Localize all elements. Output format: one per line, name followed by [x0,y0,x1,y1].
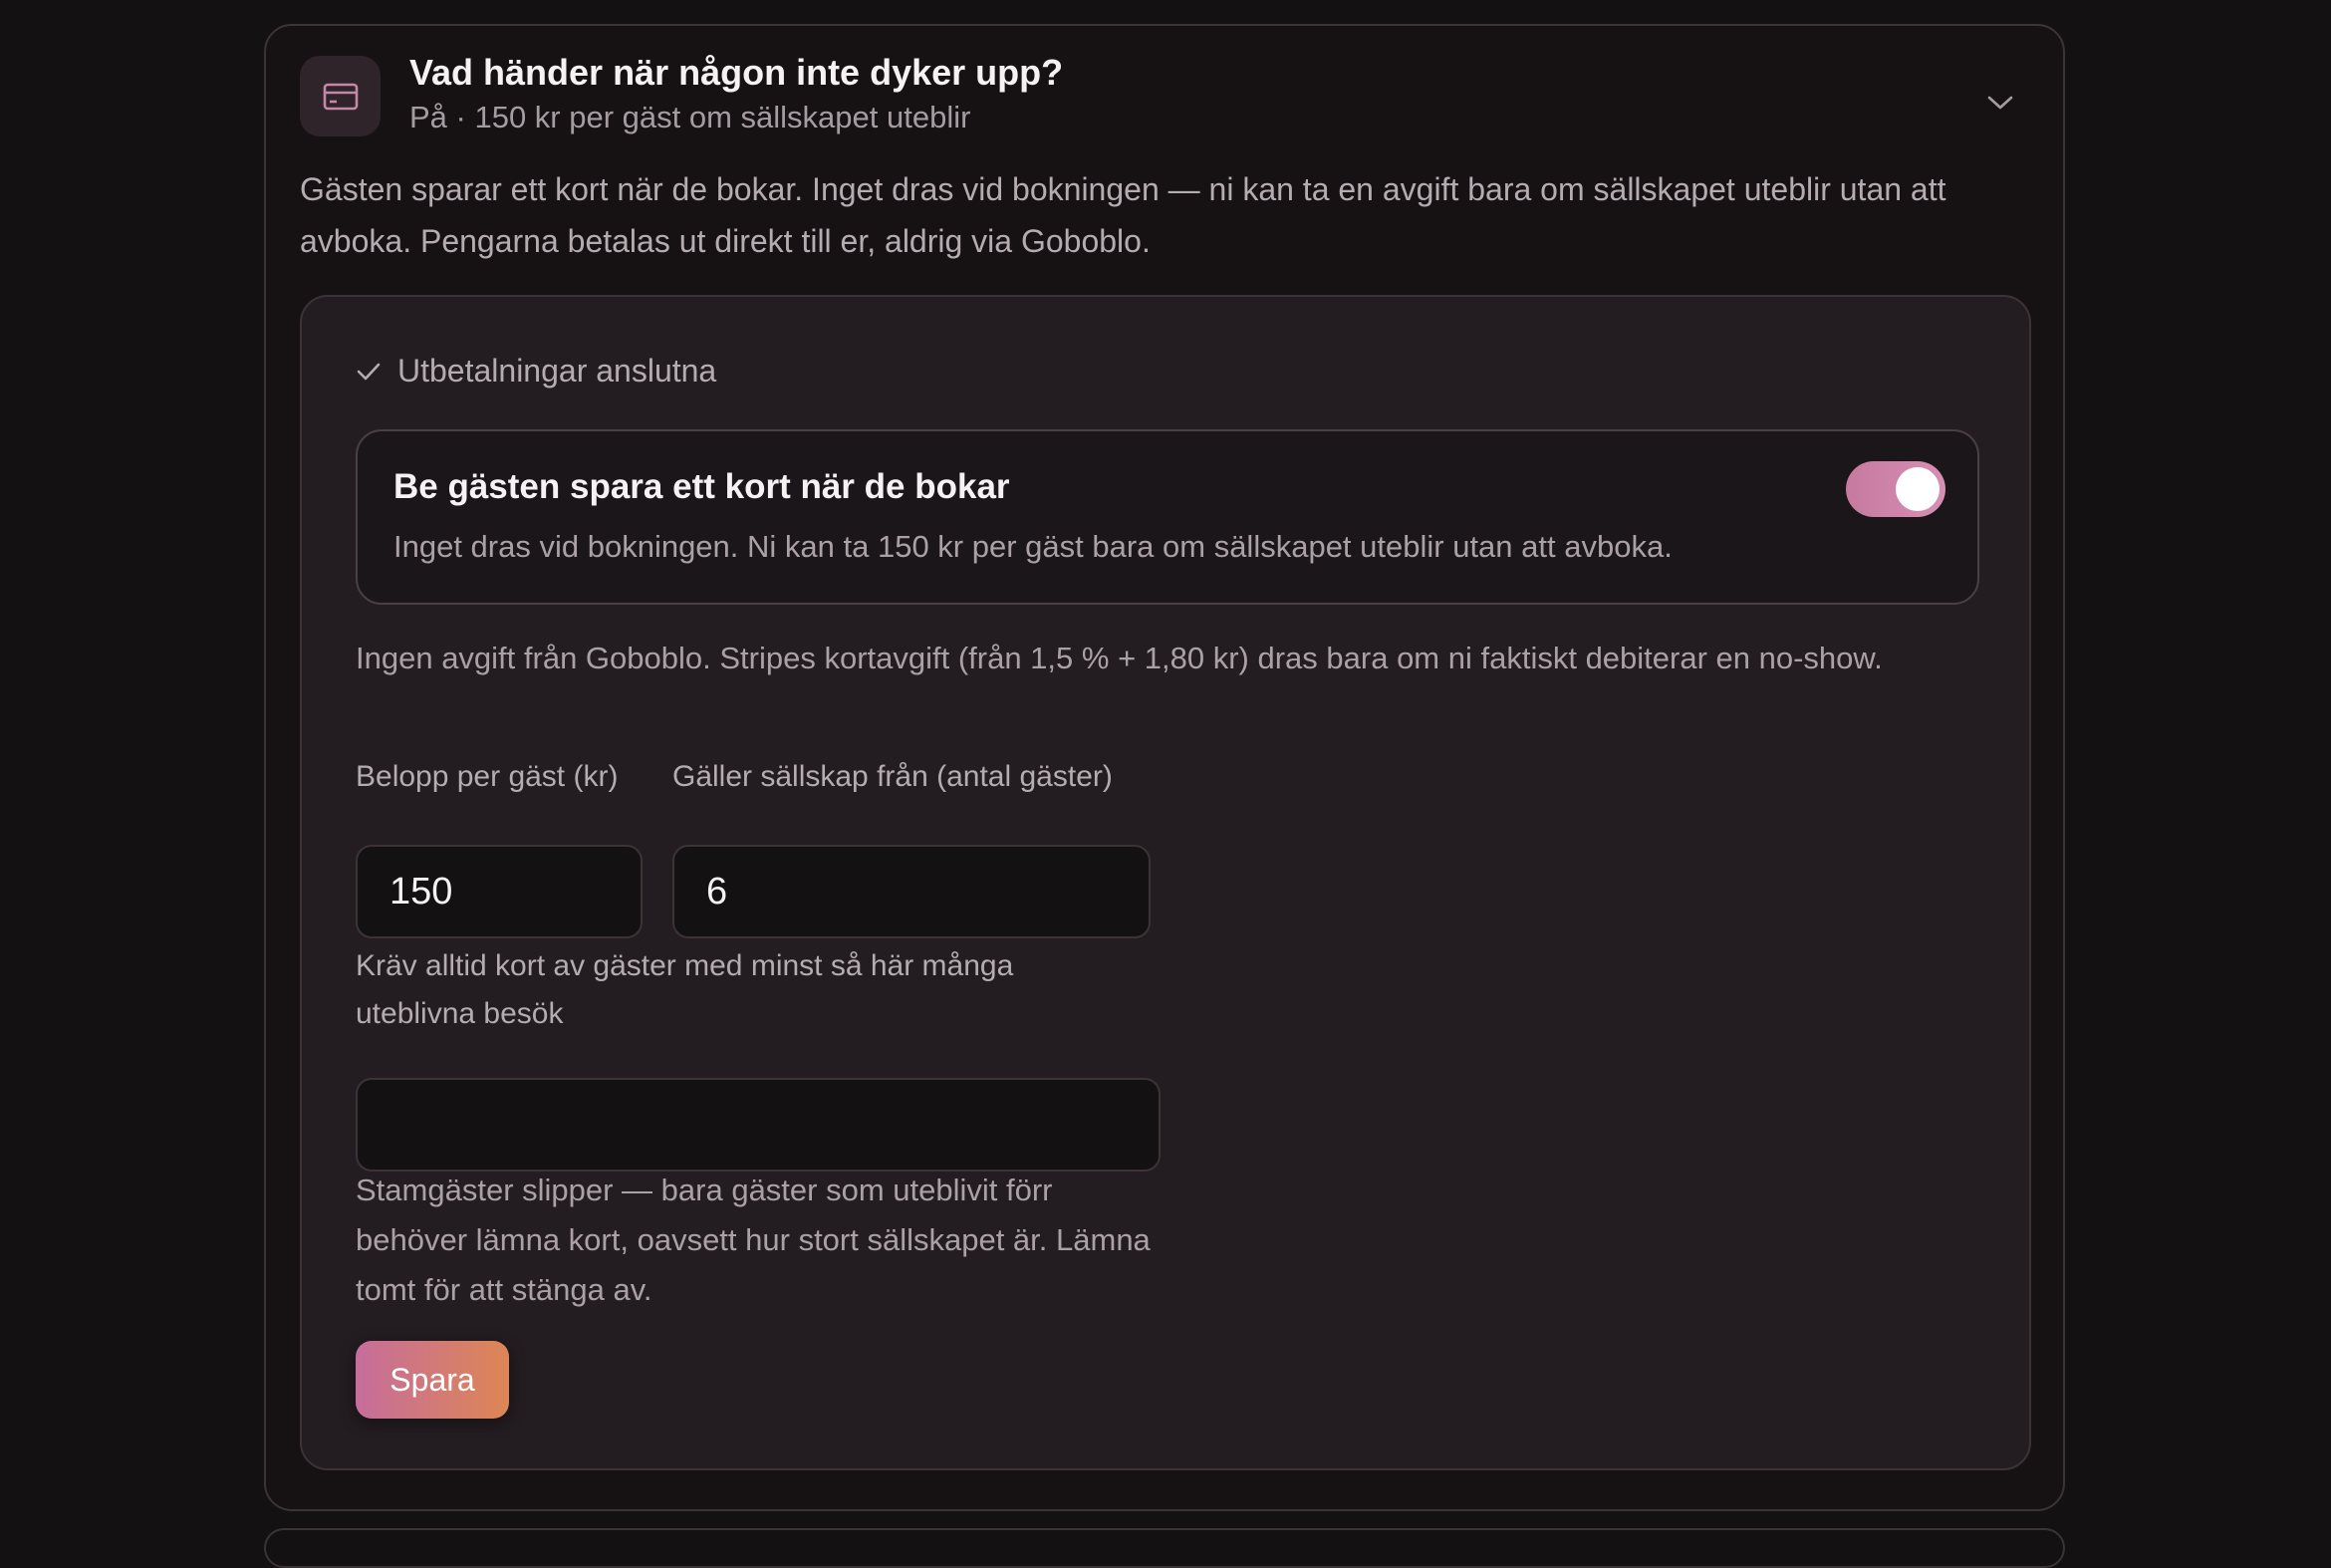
section-title: Vad händer när någon inte dyker upp? [409,52,1064,93]
save-card-toggle-row: Be gästen spara ett kort när de bokar In… [356,429,1979,605]
card-header[interactable]: Vad händer när någon inte dyker upp? På … [300,52,2029,136]
chevron-down-icon[interactable] [1983,92,2017,114]
check-icon [356,353,382,390]
save-card-toggle-title: Be gästen spara ett kort när de bokar [393,467,1010,506]
no-show-settings-card: Vad händer när någon inte dyker upp? På … [264,24,2065,1511]
amount-label: Belopp per gäst (kr) [356,760,619,793]
save-card-toggle-description: Inget dras vid bokningen. Ni kan ta 150 … [393,529,1673,564]
toggle-knob [1896,467,1940,511]
save-button[interactable]: Spara [356,1341,509,1419]
party-size-input[interactable]: 6 [672,845,1151,938]
payout-status: Utbetalningar anslutna [356,353,716,390]
section-intro: Gästen sparar ett kort när de bokar. Ing… [300,171,1946,259]
party-size-label: Gäller sällskap från (antal gäster) [672,760,1113,793]
noshow-threshold-help: Stamgäster slipper — bara gäster som ute… [356,1173,1151,1307]
credit-card-icon [300,56,381,136]
fee-note: Ingen avgift från Goboblo. Stripes korta… [356,641,1883,675]
noshow-threshold-input[interactable] [356,1078,1161,1172]
next-section-card [264,1528,2065,1568]
section-subtitle: På · 150 kr per gäst om sällskapet utebl… [409,100,971,134]
payout-status-label: Utbetalningar anslutna [397,353,717,389]
amount-input[interactable]: 150 [356,845,643,938]
save-card-toggle-switch[interactable] [1846,461,1945,517]
noshow-threshold-label: Kräv alltid kort av gäster med minst så … [356,949,1014,1030]
payment-settings-panel: Utbetalningar anslutna Be gästen spara e… [300,295,2031,1470]
